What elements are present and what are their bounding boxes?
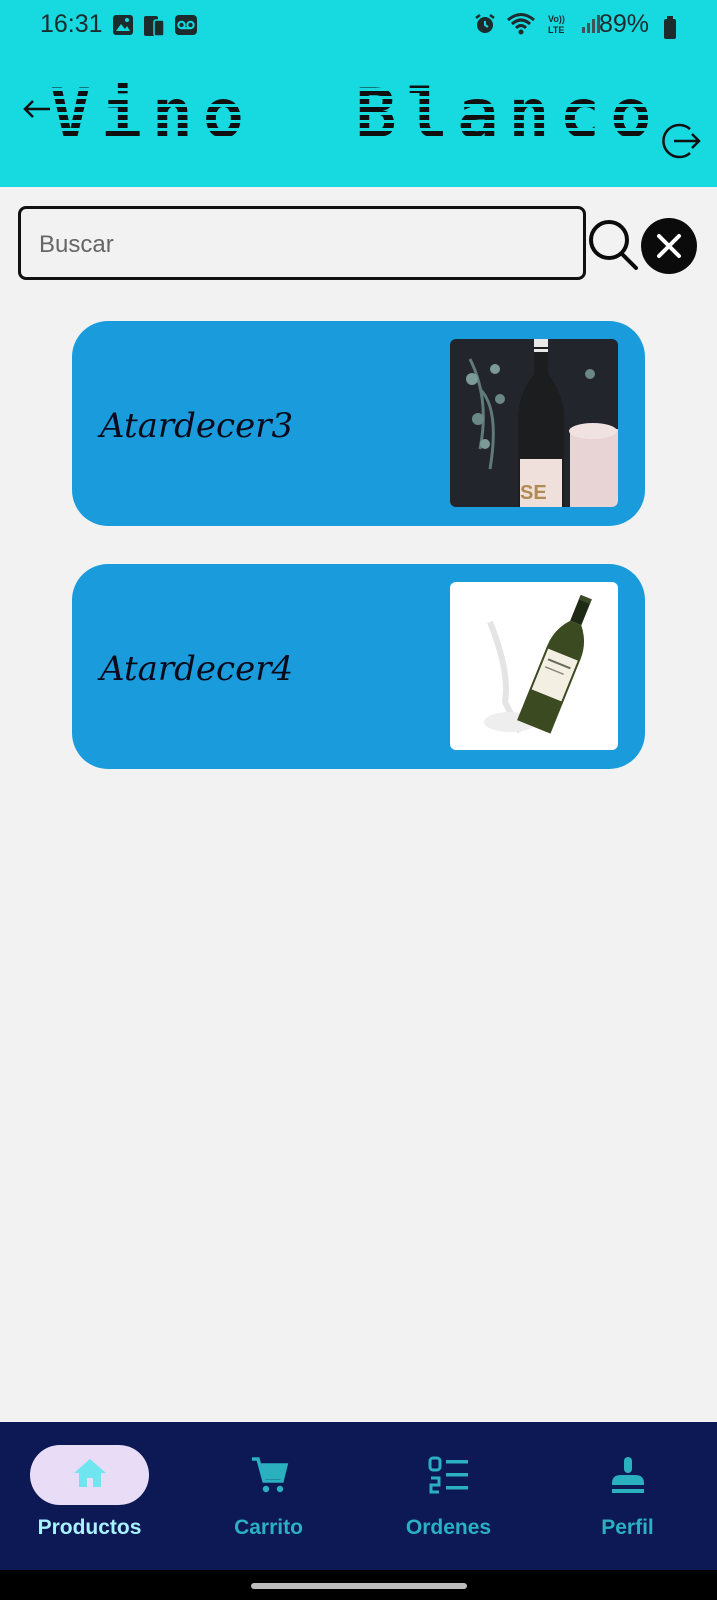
search-input[interactable] bbox=[37, 227, 561, 263]
battery-icon bbox=[664, 16, 676, 39]
svg-text:Vo)): Vo)) bbox=[548, 14, 565, 24]
status-time: 16:31 bbox=[40, 10, 103, 38]
nav-label: Productos bbox=[37, 1516, 142, 1539]
nav-label: Perfil bbox=[601, 1516, 654, 1539]
nav-item-carrito[interactable]: Carrito bbox=[179, 1422, 358, 1570]
product-name: Atardecer3 bbox=[100, 406, 294, 446]
search-icon[interactable] bbox=[588, 218, 640, 274]
product-image: SE bbox=[450, 339, 618, 507]
gallery-icon bbox=[113, 15, 133, 35]
product-image bbox=[450, 582, 618, 750]
device-icon bbox=[144, 16, 165, 37]
cart-icon bbox=[251, 1457, 288, 1493]
nav-item-productos[interactable]: Productos bbox=[0, 1422, 179, 1570]
back-arrow-icon[interactable] bbox=[22, 97, 52, 121]
nav-label: Ordenes bbox=[405, 1516, 492, 1539]
product-name: Atardecer4 bbox=[100, 649, 294, 689]
volte-icon: Vo)) LTE bbox=[548, 14, 565, 35]
search-box bbox=[18, 206, 586, 280]
close-icon bbox=[657, 234, 681, 258]
list-icon bbox=[428, 1456, 468, 1494]
alarm-icon bbox=[475, 14, 495, 33]
svg-text:SE: SE bbox=[520, 482, 547, 504]
logout-icon[interactable] bbox=[660, 120, 702, 162]
clear-search-button[interactable] bbox=[641, 218, 697, 274]
status-notification-icons bbox=[112, 14, 198, 38]
page-title: Vino Blanco bbox=[50, 75, 662, 154]
nav-item-ordenes[interactable]: Ordenes bbox=[359, 1422, 538, 1570]
svg-text:LTE: LTE bbox=[548, 25, 564, 35]
home-indicator[interactable] bbox=[251, 1583, 467, 1589]
voicemail-icon bbox=[175, 15, 197, 35]
nav-label: Carrito bbox=[234, 1516, 303, 1539]
profile-icon bbox=[611, 1457, 644, 1493]
status-system-icons: Vo)) LTE bbox=[474, 12, 602, 36]
status-bar: 16:31 Vo)) LTE 89% bbox=[0, 0, 717, 52]
system-navigation-bar bbox=[0, 1570, 717, 1600]
battery-percentage: 89% bbox=[598, 10, 649, 38]
wifi-icon bbox=[507, 13, 535, 35]
nav-item-perfil[interactable]: Perfil bbox=[538, 1422, 717, 1570]
app-header: 16:31 Vo)) LTE 89% Vino Blanco bbox=[0, 0, 717, 187]
product-card[interactable]: Atardecer3 SE bbox=[72, 321, 645, 526]
bottom-navigation: Productos Carrito Ordenes Perfil bbox=[0, 1422, 717, 1570]
product-card[interactable]: Atardecer4 bbox=[72, 564, 645, 769]
home-icon bbox=[73, 1459, 106, 1487]
